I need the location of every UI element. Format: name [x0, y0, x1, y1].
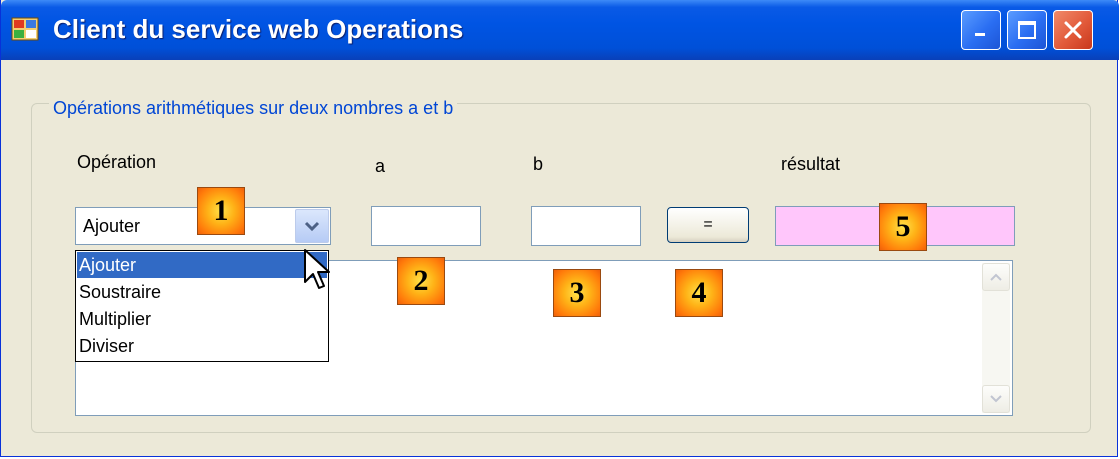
- maximize-button[interactable]: [1007, 10, 1047, 50]
- dropdown-option[interactable]: Diviser: [77, 333, 327, 359]
- result-label: résultat: [781, 154, 841, 174]
- chevron-down-icon: [990, 395, 1002, 403]
- callout-3: 3: [553, 269, 601, 317]
- vertical-scrollbar[interactable]: [982, 263, 1010, 413]
- maximize-icon: [1018, 21, 1036, 39]
- minimize-button[interactable]: [961, 10, 1001, 50]
- callout-1: 1: [197, 187, 245, 235]
- chevron-up-icon: [990, 273, 1002, 281]
- callout-4: 4: [675, 269, 723, 317]
- chevron-down-icon: [304, 221, 320, 232]
- groupbox-legend: Opérations arithmétiques sur deux nombre…: [49, 98, 458, 119]
- client-area: Opérations arithmétiques sur deux nombre…: [5, 60, 1115, 453]
- combobox-dropdown-button[interactable]: [295, 209, 329, 243]
- operation-combobox-value: Ajouter: [83, 216, 141, 236]
- title-bar[interactable]: Client du service web Operations: [1, 0, 1119, 60]
- window-title: Client du service web Operations: [53, 14, 464, 44]
- scroll-down-button[interactable]: [982, 385, 1010, 413]
- close-icon: [1064, 21, 1082, 39]
- app-window: Client du service web Operations Opérati…: [0, 0, 1119, 457]
- app-icon: [11, 17, 39, 41]
- callout-5: 5: [879, 203, 927, 251]
- minimize-icon: [975, 33, 985, 36]
- operation-label: Opération: [77, 152, 157, 172]
- a-label: a: [375, 156, 386, 176]
- dropdown-option[interactable]: Ajouter: [77, 252, 327, 278]
- mouse-cursor-icon: [304, 249, 330, 289]
- b-label: b: [533, 154, 544, 174]
- callout-2: 2: [397, 257, 445, 305]
- a-input[interactable]: [371, 206, 481, 246]
- b-input[interactable]: [531, 206, 641, 246]
- equals-button[interactable]: =: [667, 207, 749, 243]
- dropdown-option[interactable]: Soustraire: [77, 279, 327, 305]
- close-button[interactable]: [1053, 10, 1093, 50]
- scroll-up-button[interactable]: [982, 263, 1010, 291]
- operation-dropdown-list[interactable]: Ajouter Soustraire Multiplier Diviser: [75, 250, 329, 362]
- dropdown-option[interactable]: Multiplier: [77, 306, 327, 332]
